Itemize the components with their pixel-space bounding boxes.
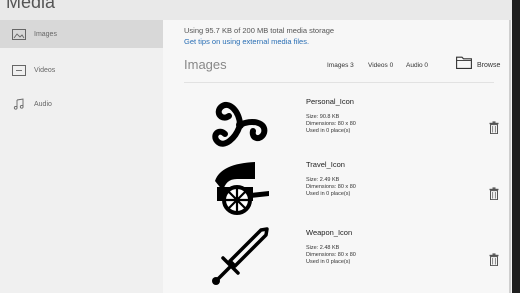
media-item-usage: Used in 0 place(s) bbox=[306, 128, 351, 134]
external-media-tips-link[interactable]: Get tips on using external media files. bbox=[184, 37, 309, 46]
images-count: Images 3 bbox=[327, 62, 354, 69]
browse-label: Browse bbox=[477, 61, 501, 69]
video-icon bbox=[12, 64, 26, 76]
media-item-name: Weapon_Icon bbox=[306, 228, 353, 237]
music-note-icon bbox=[12, 98, 26, 110]
trash-icon[interactable] bbox=[489, 187, 499, 201]
sidebar-item-audio[interactable]: Audio bbox=[0, 90, 163, 118]
trash-icon[interactable] bbox=[489, 253, 499, 267]
sidebar-item-label: Images bbox=[34, 30, 57, 38]
media-item-usage: Used in 0 place(s) bbox=[306, 259, 351, 265]
divider bbox=[184, 82, 494, 83]
sidebar: Images Videos Audio bbox=[0, 20, 163, 293]
scroll-track bbox=[509, 20, 511, 293]
triskelion-icon bbox=[209, 94, 271, 156]
browse-button[interactable]: Browse bbox=[456, 56, 511, 74]
media-item-size: Size: 2.48 KB bbox=[306, 245, 340, 251]
media-item-dimensions: Dimensions: 80 x 80 bbox=[306, 252, 356, 258]
media-item[interactable]: Travel_Icon Size: 2.49 KB Dimensions: 80… bbox=[203, 157, 503, 225]
sidebar-item-images[interactable]: Images bbox=[0, 20, 163, 48]
section-title: Images bbox=[184, 57, 227, 72]
sidebar-item-label: Audio bbox=[34, 100, 52, 108]
media-panel: Using 95.7 KB of 200 MB total media stor… bbox=[163, 20, 512, 293]
window-edge bbox=[512, 0, 520, 293]
sidebar-item-label: Videos bbox=[34, 66, 56, 74]
videos-count: Videos 0 bbox=[368, 62, 394, 69]
media-item-name: Travel_Icon bbox=[306, 160, 345, 169]
media-item-name: Personal_Icon bbox=[306, 97, 354, 106]
sword-icon bbox=[209, 225, 271, 287]
folder-icon bbox=[456, 56, 472, 74]
media-item-size: Size: 2.49 KB bbox=[306, 177, 340, 183]
cart-icon bbox=[209, 157, 271, 219]
trash-icon[interactable] bbox=[489, 121, 499, 135]
media-item-usage: Used in 0 place(s) bbox=[306, 191, 351, 197]
sidebar-item-videos[interactable]: Videos bbox=[0, 56, 163, 84]
media-item[interactable]: Personal_Icon Size: 90.8 KB Dimensions: … bbox=[203, 94, 503, 162]
storage-usage-text: Using 95.7 KB of 200 MB total media stor… bbox=[184, 26, 335, 35]
image-icon bbox=[12, 28, 26, 40]
page-title: Media bbox=[6, 0, 56, 12]
audio-count: Audio 0 bbox=[406, 62, 429, 69]
media-item-size: Size: 90.8 KB bbox=[306, 114, 340, 120]
media-item[interactable]: Weapon_Icon Size: 2.48 KB Dimensions: 80… bbox=[203, 225, 503, 293]
media-item-dimensions: Dimensions: 80 x 80 bbox=[306, 121, 356, 127]
media-item-dimensions: Dimensions: 80 x 80 bbox=[306, 184, 356, 190]
